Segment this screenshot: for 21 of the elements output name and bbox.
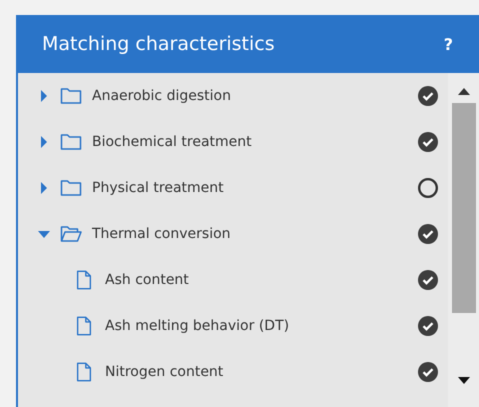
tree-item-label[interactable]: Ash melting behavior (DT) [105,318,418,334]
scrollbar-thumb[interactable] [452,103,476,313]
tree-item-label[interactable]: Physical treatment [92,180,418,196]
panel-title: Matching characteristics [42,33,275,55]
folder-icon [60,132,82,152]
scroll-down-icon[interactable] [458,377,470,385]
tree-item-label[interactable]: Biochemical treatment [92,134,418,150]
folder-icon [60,86,82,106]
caret-right-icon[interactable] [38,136,50,148]
tree-item-label[interactable]: Nitrogen content [105,364,418,380]
open-folder-icon [60,224,82,244]
tree-item-label[interactable]: Thermal conversion [92,226,418,242]
help-button[interactable]: ? [440,34,457,54]
caret-down-icon[interactable] [38,228,50,240]
tree-item-label[interactable]: Anaerobic digestion [92,88,418,104]
caret-right-icon[interactable] [38,90,50,102]
scroll-up-icon[interactable] [458,87,470,95]
folder-icon [60,178,82,198]
caret-right-icon[interactable] [38,182,50,194]
scrollbar[interactable] [448,73,479,407]
tree-item-label[interactable]: Ash content [105,272,418,288]
